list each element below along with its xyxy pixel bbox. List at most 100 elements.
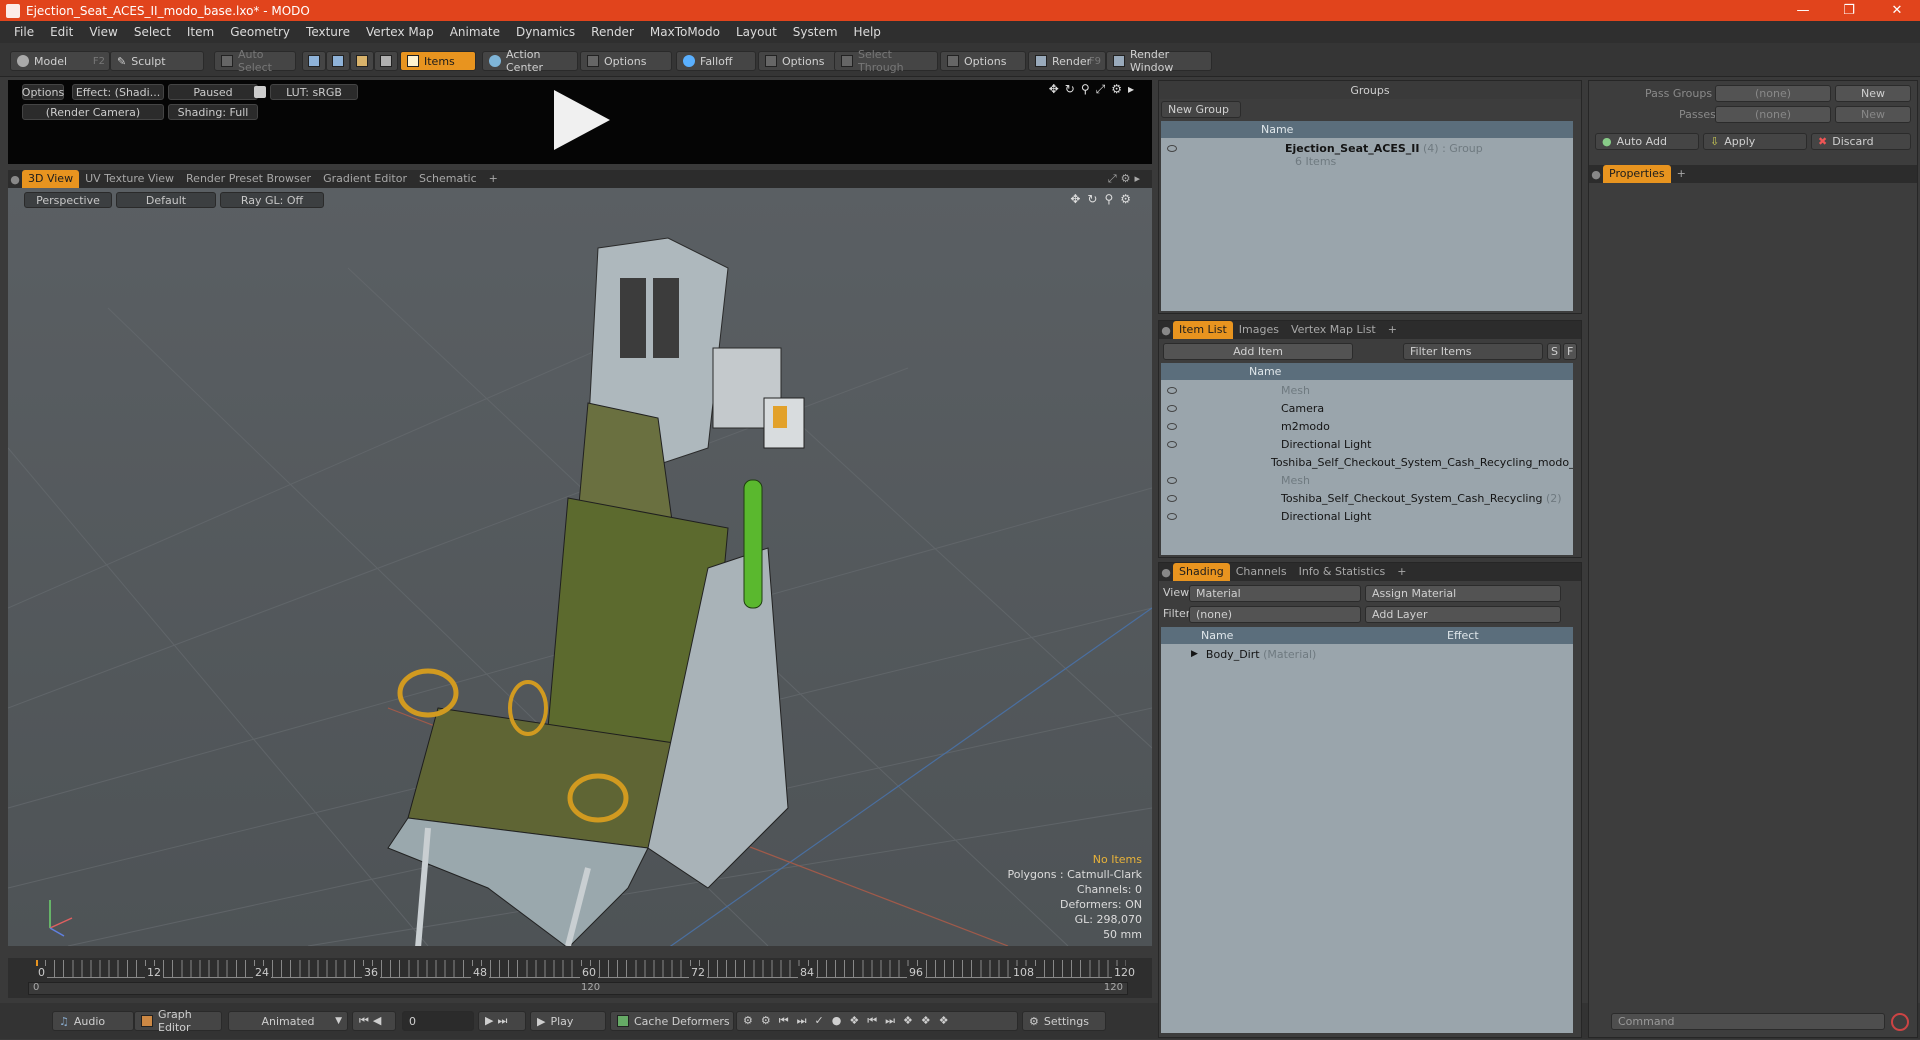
tab-uv-texture-view[interactable]: UV Texture View	[79, 170, 180, 188]
settings-button[interactable]: ⚙ Settings	[1022, 1011, 1106, 1031]
tab-gradient-editor[interactable]: Gradient Editor	[317, 170, 413, 188]
tab-shading[interactable]: Shading	[1173, 563, 1230, 581]
new-pass-group-button[interactable]: New	[1835, 85, 1911, 102]
graph-editor-button[interactable]: Graph Editor	[134, 1008, 222, 1034]
render-window-button[interactable]: Render Window	[1106, 48, 1212, 74]
tab-info-statistics[interactable]: Info & Statistics	[1293, 563, 1392, 581]
add-tab-button[interactable]: +	[1391, 563, 1412, 581]
tab-images[interactable]: Images	[1233, 321, 1285, 339]
audio-button[interactable]: ♫ Audio	[52, 1011, 134, 1031]
visibility-eye-icon[interactable]	[1167, 494, 1177, 502]
menu-item[interactable]: Item	[179, 25, 222, 39]
discard-button[interactable]: ✖ Discard	[1811, 133, 1911, 150]
shader-tree[interactable]	[1161, 627, 1573, 1033]
skip-back-buttons[interactable]: ⏮◀	[352, 1011, 396, 1031]
tab-render-preset-browser[interactable]: Render Preset Browser	[180, 170, 317, 188]
materials-mode-button[interactable]	[374, 51, 398, 71]
preview-shading-dropdown[interactable]: Shading: Full	[168, 104, 258, 120]
falloff-button[interactable]: Falloff	[676, 51, 756, 71]
list-item[interactable]: m2modo	[1161, 417, 1573, 435]
step-forward-buttons[interactable]: ▶⏭	[478, 1011, 526, 1031]
model-mode-button[interactable]: Model F2	[10, 51, 110, 71]
group-row[interactable]: Ejection_Seat_ACES_II (4) : Group 6 Item…	[1161, 139, 1573, 169]
action-center-options-button[interactable]: Options	[580, 51, 672, 71]
auto-select-button[interactable]: Auto Select	[214, 48, 296, 74]
command-input[interactable]: Command	[1611, 1013, 1885, 1030]
preview-options-button[interactable]: Options	[22, 84, 64, 100]
filter-items-input[interactable]: Filter Items	[1403, 343, 1543, 360]
items-mode-button[interactable]: Items	[400, 51, 476, 71]
tab-properties[interactable]: Properties	[1603, 165, 1671, 183]
list-item[interactable]: Toshiba_Self_Checkout_System_Cash_Recycl…	[1161, 453, 1573, 471]
list-item[interactable]: Toshiba_Self_Checkout_System_Cash_Recycl…	[1161, 489, 1573, 507]
tab-channels[interactable]: Channels	[1230, 563, 1293, 581]
restore-button[interactable]: ❐	[1826, 0, 1872, 21]
edges-mode-button[interactable]	[326, 51, 350, 71]
frame-input[interactable]: 0	[402, 1011, 474, 1031]
preview-camera-dropdown[interactable]: (Render Camera)	[22, 104, 164, 120]
preview-effect-dropdown[interactable]: Effect: (Shadi...	[72, 84, 164, 100]
visibility-eye-icon[interactable]	[1167, 145, 1177, 152]
tab-vertex-map-list[interactable]: Vertex Map List	[1285, 321, 1382, 339]
animated-dropdown[interactable]: Animated ▼	[228, 1011, 348, 1031]
visibility-eye-icon[interactable]	[1167, 386, 1177, 394]
select-through-options-button[interactable]: Options	[940, 51, 1026, 71]
visibility-eye-icon[interactable]	[1167, 512, 1177, 520]
add-layer-dropdown[interactable]: Add Layer	[1365, 606, 1561, 623]
visibility-eye-icon[interactable]	[1167, 476, 1177, 484]
3d-viewport[interactable]: Perspective Default Ray GL: Off ✥↻⚲⚙ No …	[8, 188, 1152, 946]
visibility-eye-icon[interactable]	[1167, 404, 1177, 412]
key-tools-icons[interactable]: ⚙⚙⏮⏭✓●❖⏮⏭❖❖❖	[736, 1011, 1018, 1031]
assign-material-button[interactable]: Assign Material	[1365, 585, 1561, 602]
timeline[interactable]: 0 12 24 36 48 60 72 84 96 108 120 0 120 …	[8, 958, 1152, 998]
expand-arrow-icon[interactable]: ▶	[1191, 649, 1198, 659]
filter-f-button[interactable]: F	[1563, 343, 1577, 360]
list-item[interactable]: Mesh	[1161, 381, 1573, 399]
menu-dynamics[interactable]: Dynamics	[508, 25, 583, 39]
menu-system[interactable]: System	[785, 25, 846, 39]
new-group-button[interactable]: New Group	[1161, 101, 1241, 118]
menu-vertex-map[interactable]: Vertex Map	[358, 25, 442, 39]
list-item[interactable]: Camera	[1161, 399, 1573, 417]
menu-animate[interactable]: Animate	[442, 25, 508, 39]
play-button[interactable]: ▶ Play	[530, 1011, 606, 1031]
preview-nav-icons[interactable]: ✥↻⚲⤢⚙▸	[1049, 82, 1140, 97]
range-bar[interactable]: 0 120 120	[28, 982, 1128, 995]
command-history-icon[interactable]	[1891, 1013, 1909, 1031]
pass-groups-dropdown[interactable]: (none)	[1715, 85, 1831, 102]
menu-texture[interactable]: Texture	[298, 25, 358, 39]
add-tab-button[interactable]: +	[483, 170, 504, 188]
viewport-expand-icons[interactable]: ⤢⚙▸	[1108, 172, 1144, 186]
menu-help[interactable]: Help	[846, 25, 889, 39]
menu-geometry[interactable]: Geometry	[222, 25, 298, 39]
menu-layout[interactable]: Layout	[728, 25, 785, 39]
action-center-button[interactable]: Action Center	[482, 48, 578, 74]
lock-icon[interactable]	[254, 86, 266, 98]
preview-paused-button[interactable]: Paused	[168, 84, 258, 100]
menu-render[interactable]: Render	[583, 25, 642, 39]
tab-schematic[interactable]: Schematic	[413, 170, 483, 188]
vertices-mode-button[interactable]	[302, 51, 326, 71]
menu-file[interactable]: File	[6, 25, 42, 39]
falloff-options-button[interactable]: Options	[758, 51, 838, 71]
add-tab-button[interactable]: +	[1382, 321, 1403, 339]
add-item-dropdown[interactable]: Add Item	[1163, 343, 1353, 360]
add-tab-button[interactable]: +	[1671, 165, 1692, 183]
tab-item-list[interactable]: Item List	[1173, 321, 1233, 339]
preview-lut-dropdown[interactable]: LUT: sRGB	[270, 84, 358, 100]
list-item[interactable]: Directional Light	[1161, 435, 1573, 453]
list-item[interactable]: Mesh	[1161, 471, 1573, 489]
view-dropdown[interactable]: Material	[1189, 585, 1361, 602]
play-preview-icon[interactable]	[544, 84, 616, 156]
visibility-eye-icon[interactable]	[1167, 422, 1177, 430]
menu-maxtomodo[interactable]: MaxToModo	[642, 25, 728, 39]
sculpt-mode-button[interactable]: ✎ Sculpt	[110, 51, 204, 71]
menu-edit[interactable]: Edit	[42, 25, 81, 39]
polygons-mode-button[interactable]	[350, 51, 374, 71]
visibility-eye-icon[interactable]	[1167, 440, 1177, 448]
close-button[interactable]: ✕	[1874, 0, 1920, 21]
menu-view[interactable]: View	[81, 25, 125, 39]
list-item[interactable]: Directional Light	[1161, 507, 1573, 525]
tab-3d-view[interactable]: 3D View	[22, 170, 80, 188]
passes-dropdown[interactable]: (none)	[1715, 106, 1831, 123]
